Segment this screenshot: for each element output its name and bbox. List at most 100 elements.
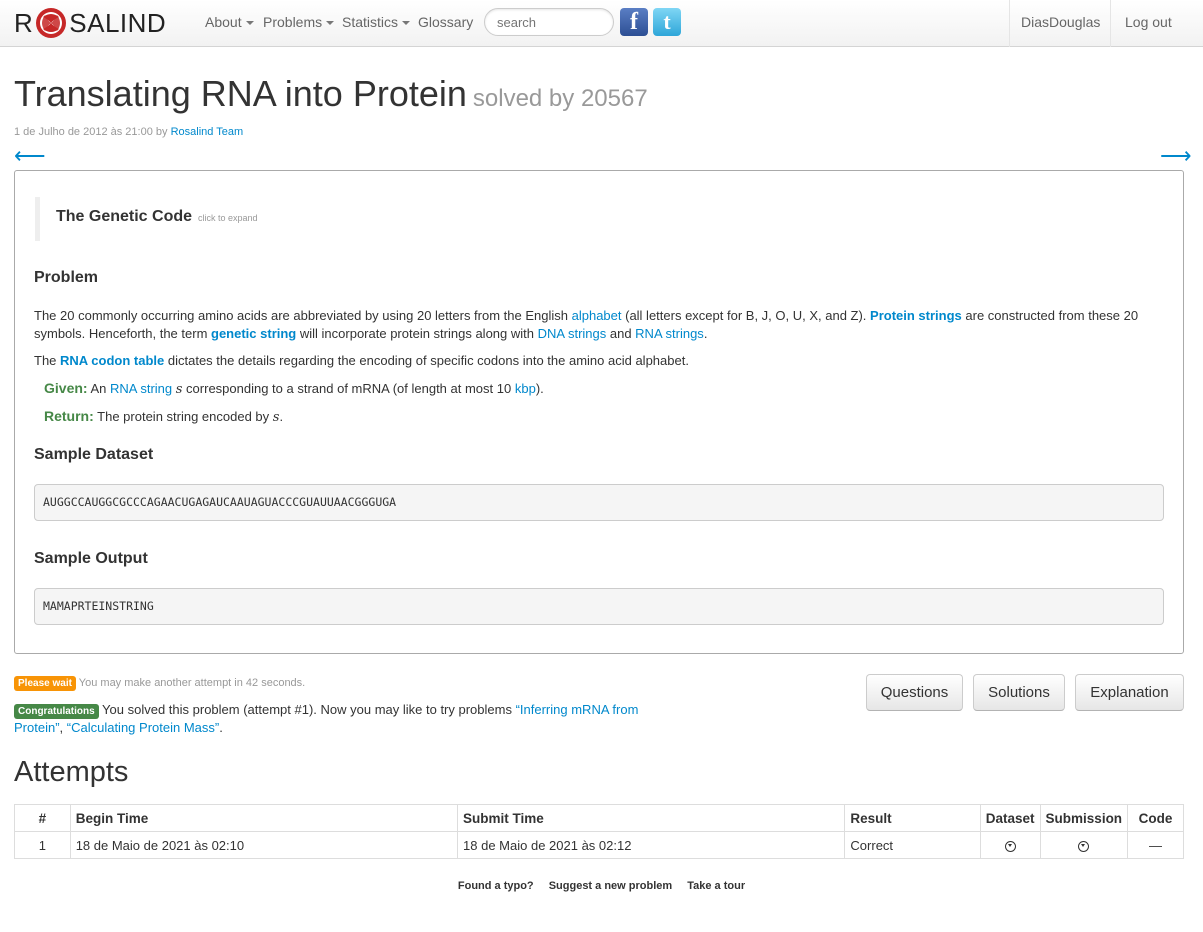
submission-cell — [1039, 831, 1129, 859]
top-navbar: R SALIND About Problems Statistics Gloss… — [0, 0, 1203, 47]
next-problem-arrow-icon[interactable]: ⟶ — [1160, 143, 1192, 169]
solved-count: solved by 20567 — [472, 85, 648, 112]
nav-statistics-label: Statistics — [342, 14, 399, 30]
expand-hint: click to expand — [198, 213, 258, 223]
text: will incorporate protein strings along w… — [296, 326, 538, 341]
rosalind-logo-icon — [36, 8, 67, 38]
genetic-string-link[interactable]: genetic string — [211, 326, 296, 341]
return-label: Return: — [44, 408, 94, 424]
explanation-button[interactable]: Explanation — [1075, 674, 1184, 711]
problem-paragraph-1: The 20 commonly occurring amino acids ar… — [34, 307, 1164, 343]
attempts-heading: Attempts — [14, 756, 129, 788]
nav-username[interactable]: DiasDouglas — [1021, 14, 1100, 30]
sample-dataset-box[interactable]: AUGGCCAUGGCGCCCAGAACUGAGAUCAAUAGUACCCGUA… — [34, 484, 1164, 521]
solutions-button[interactable]: Solutions — [973, 674, 1065, 711]
column-header: Begin Time — [69, 804, 459, 832]
submit-time: 18 de Maio de 2021 às 02:12 — [457, 831, 846, 859]
brand-logo[interactable]: R SALIND — [14, 6, 166, 40]
protein-strings-link[interactable]: Protein strings — [870, 308, 962, 323]
brand-letter-r: R — [14, 7, 34, 38]
search-input[interactable] — [484, 8, 614, 36]
sample-dataset-heading: Sample Dataset — [34, 446, 154, 463]
facebook-glyph: f — [630, 8, 638, 35]
twitter-glyph: t — [663, 9, 671, 34]
text: and — [606, 326, 636, 341]
wait-status: Please wait You may make another attempt… — [14, 676, 305, 691]
column-header: Submission — [1039, 804, 1129, 832]
sample-output-heading: Sample Output — [34, 550, 148, 567]
rna-string-link[interactable]: RNA string — [110, 381, 172, 396]
result: Correct — [844, 831, 981, 859]
nav-problems[interactable]: Problems — [263, 14, 335, 30]
chevron-down-icon — [245, 21, 254, 26]
nav-glossary[interactable]: Glossary — [418, 14, 473, 30]
wait-text: You may make another attempt in 42 secon… — [78, 677, 306, 689]
footer: Found a typo? Suggest a new problem Take… — [0, 880, 1203, 892]
questions-button[interactable]: Questions — [866, 674, 963, 711]
text: An — [87, 381, 110, 396]
nav-problems-label: Problems — [263, 14, 323, 30]
nav-divider — [1009, 0, 1010, 47]
problem-title: Translating RNA into Protein — [14, 73, 467, 114]
attempts-table: # Begin Time Submit Time Result Dataset … — [14, 804, 1184, 859]
chevron-down-icon — [402, 21, 411, 26]
text: The 20 commonly occurring amino acids ar… — [34, 308, 572, 323]
facebook-icon[interactable]: f — [620, 8, 648, 36]
author-link[interactable]: Rosalind Team — [171, 126, 244, 138]
genetic-code-title: The Genetic Code — [56, 208, 193, 225]
text: . — [219, 720, 223, 735]
chevron-down-icon — [326, 21, 335, 26]
dna-strings-link[interactable]: DNA strings — [538, 326, 607, 341]
column-header: # — [14, 804, 71, 832]
code-cell: — — [1127, 831, 1184, 859]
column-header: Code — [1127, 804, 1184, 832]
twitter-icon[interactable]: t — [653, 8, 681, 36]
column-header: Dataset — [979, 804, 1041, 832]
nav-glossary-label: Glossary — [418, 14, 474, 30]
text: The — [34, 353, 61, 368]
text: . — [279, 409, 284, 424]
protein-mass-link[interactable]: “Calculating Protein Mass” — [67, 720, 219, 735]
text: ). — [535, 381, 544, 396]
problem-paragraph-2: The RNA codon table dictates the details… — [34, 352, 1164, 370]
table-header-row: # Begin Time Submit Time Result Dataset … — [14, 804, 1184, 832]
genetic-code-expander[interactable]: The Genetic Code click to expand — [35, 197, 435, 241]
rna-codon-table-link[interactable]: RNA codon table — [60, 353, 164, 368]
problem-box: The Genetic Code click to expand Problem … — [14, 170, 1184, 654]
dataset-cell — [979, 831, 1041, 859]
text: . — [703, 326, 708, 341]
congrats-status: Congratulations You solved this problem … — [14, 701, 664, 737]
return-statement: Return: The protein string encoded by s. — [44, 407, 1174, 427]
text: dictates the details regarding the encod… — [164, 353, 689, 368]
table-row: 1 18 de Maio de 2021 às 02:10 18 de Maio… — [14, 831, 1184, 859]
found-typo-link[interactable]: Found a typo? — [458, 880, 534, 892]
page-title: Translating RNA into Protein solved by 20… — [14, 72, 648, 121]
text: You solved this problem (attempt #1). No… — [98, 702, 516, 717]
prev-problem-arrow-icon[interactable]: ⟵ — [14, 143, 46, 169]
download-icon[interactable] — [1078, 840, 1090, 852]
problem-meta: 1 de Julho de 2012 às 21:00 by Rosalind … — [14, 126, 243, 138]
kbp-link[interactable]: kbp — [515, 381, 536, 396]
congratulations-badge: Congratulations — [14, 704, 99, 719]
problem-heading: Problem — [34, 269, 99, 286]
text: , — [59, 720, 67, 735]
suggest-problem-link[interactable]: Suggest a new problem — [549, 880, 672, 892]
attempt-number: 1 — [14, 831, 71, 859]
sample-output-box[interactable]: MAMAPRTEINSTRING — [34, 588, 1164, 625]
column-header: Submit Time — [457, 804, 846, 832]
nav-statistics[interactable]: Statistics — [342, 14, 411, 30]
please-wait-badge: Please wait — [14, 676, 76, 691]
download-icon[interactable] — [1004, 840, 1016, 852]
column-header: Result — [844, 804, 981, 832]
rna-strings-link[interactable]: RNA strings — [635, 326, 704, 341]
nav-about[interactable]: About — [205, 14, 254, 30]
take-tour-link[interactable]: Take a tour — [687, 880, 745, 892]
logout-link[interactable]: Log out — [1125, 14, 1172, 30]
alphabet-link[interactable]: alphabet — [572, 308, 622, 323]
given-label: Given: — [44, 380, 88, 396]
text: (all letters except for B, J, O, U, X, a… — [621, 308, 871, 323]
problem-date: 1 de Julho de 2012 às 21:00 by — [14, 126, 168, 138]
given-statement: Given: An RNA string s corresponding to … — [44, 379, 1174, 399]
nav-divider — [1110, 0, 1111, 47]
text: The protein string encoded by — [93, 409, 273, 424]
